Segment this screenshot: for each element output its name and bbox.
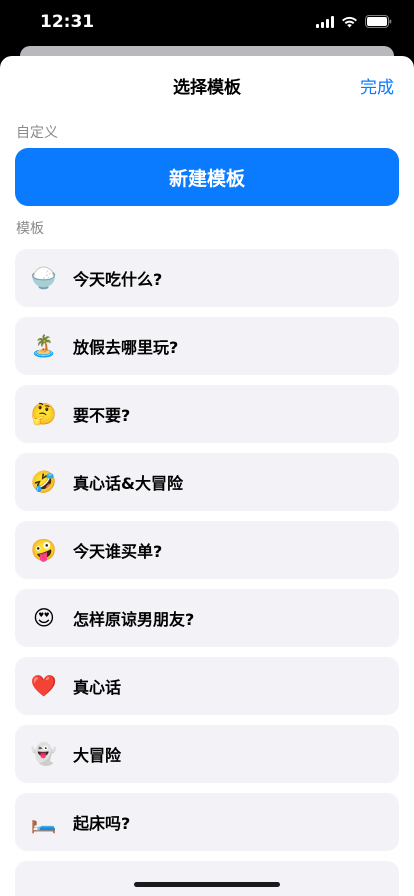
bed-icon: 🛏️ [30, 809, 58, 834]
battery-icon [365, 15, 392, 28]
red-heart-icon: ❤️ [30, 673, 58, 698]
status-bar: 12:31 [0, 0, 414, 46]
home-indicator[interactable] [134, 882, 280, 887]
template-picker-sheet: 选择模板 完成 自定义 新建模板 模板 🍚 今天吃什么? 🏝️ 放假去哪里玩? … [0, 56, 414, 896]
template-label: 放假去哪里玩? [73, 338, 179, 357]
template-item-yes-or-no[interactable]: 🤔 要不要? [15, 385, 399, 443]
template-label: 要不要? [73, 406, 131, 425]
templates-section-header: 模板 [16, 221, 44, 237]
template-item-partial[interactable] [15, 861, 399, 896]
template-item-who-pays[interactable]: 🤪 今天谁买单? [15, 521, 399, 579]
template-label: 怎样原谅男朋友? [73, 610, 195, 629]
template-label: 今天吃什么? [73, 270, 163, 289]
thinking-face-icon: 🤔 [30, 401, 58, 426]
page-title: 选择模板 [173, 78, 241, 98]
rofl-face-icon: 🤣 [30, 469, 58, 494]
template-label: 今天谁买单? [73, 542, 163, 561]
heart-eyes-icon: 😍 [33, 605, 55, 630]
status-icons [316, 15, 392, 28]
template-item-forgive-boyfriend[interactable]: 😍 怎样原谅男朋友? [15, 589, 399, 647]
template-item-truth[interactable]: ❤️ 真心话 [15, 657, 399, 715]
ghost-icon: 👻 [30, 741, 58, 766]
template-item-dare[interactable]: 👻 大冒险 [15, 725, 399, 783]
new-template-button[interactable]: 新建模板 [15, 148, 399, 206]
template-item-what-to-eat[interactable]: 🍚 今天吃什么? [15, 249, 399, 307]
island-icon: 🏝️ [30, 333, 58, 358]
custom-section-header: 自定义 [16, 125, 58, 141]
status-time: 12:31 [40, 12, 95, 32]
template-label: 大冒险 [73, 746, 122, 765]
template-item-get-up[interactable]: 🛏️ 起床吗? [15, 793, 399, 851]
template-item-truth-and-dare[interactable]: 🤣 真心话&大冒险 [15, 453, 399, 511]
template-label: 真心话&大冒险 [73, 474, 183, 493]
done-button[interactable]: 完成 [360, 73, 394, 98]
wifi-icon [341, 16, 358, 28]
cellular-signal-icon [316, 15, 334, 28]
template-label: 真心话 [73, 678, 122, 697]
rice-bowl-icon: 🍚 [30, 265, 58, 290]
template-item-holiday-trip[interactable]: 🏝️ 放假去哪里玩? [15, 317, 399, 375]
template-label: 起床吗? [73, 814, 131, 833]
template-list: 🍚 今天吃什么? 🏝️ 放假去哪里玩? 🤔 要不要? 🤣 真心话&大冒险 🤪 今… [15, 249, 399, 896]
zany-face-icon: 🤪 [30, 537, 58, 562]
